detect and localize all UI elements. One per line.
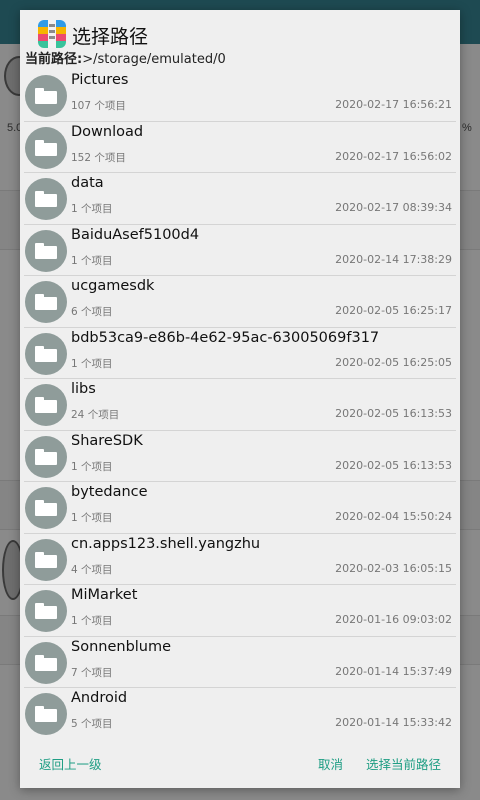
folder-name: MiMarket [71,587,138,603]
folder-modified-time: 2020-02-17 16:56:21 [335,98,452,111]
dialog-title: 选择路径 [72,26,149,48]
folder-modified-time: 2020-01-14 15:37:49 [335,664,452,678]
folder-row[interactable]: ShareSDK 1 个项目 2020-02-05 16:13:53 [20,431,460,482]
folder-name: Sonnenblume [71,638,172,655]
folder-name: BaiduAsef5100d4 [71,226,200,243]
folder-name: bytedance [71,484,148,500]
folder-modified-time: 2020-02-03 16:05:15 [335,561,452,575]
folder-modified-time: 2020-02-05 16:13:53 [335,458,452,472]
folder-icon [25,590,67,632]
folder-row[interactable]: data 1 个项目 2020-02-17 08:39:34 [20,173,460,225]
folder-list[interactable]: Pictures 107 个项目 2020-02-17 16:56:21 Downlo… [20,70,460,736]
folder-item-count: 1 个项目 [71,357,113,370]
background-right-value: % [462,122,472,134]
folder-row[interactable]: libs 24 个项目 2020-02-05 16:13:53 [20,379,460,431]
folder-icon [25,487,67,529]
folder-modified-time: 2020-02-17 16:56:02 [335,149,452,163]
folder-icon [25,538,67,581]
folder-item-count: 7 个项目 [71,666,113,679]
folder-row[interactable]: Download 152 个项目 2020-02-17 16:56:02 [20,122,460,173]
folder-item-count: 1 个项目 [71,460,113,473]
folder-icon [25,75,67,117]
folder-item-count: 6 个项目 [71,306,113,318]
folder-name: Download [71,123,144,140]
folder-icon [25,384,67,426]
folder-modified-time: 2020-01-14 15:33:42 [335,716,452,729]
current-path-value: >/storage/emulated/0 [82,52,226,67]
folder-row[interactable]: BaiduAsef5100d4 1 个项目 2020-02-14 17:38:29 [20,225,460,276]
folder-icon [25,332,67,375]
folder-item-count: 1 个项目 [71,615,113,627]
folder-item-count: 1 个项目 [71,254,113,267]
folder-modified-time: 2020-02-05 16:25:05 [335,355,452,369]
folder-row[interactable]: ucgamesdk 6 个项目 2020-02-05 16:25:17 [20,276,460,328]
folder-row[interactable]: MiMarket 1 个项目 2020-01-16 09:03:02 [20,585,460,637]
folder-icon [25,693,67,735]
folder-name: libs [71,381,96,397]
zip-archive-icon [38,20,66,48]
folder-icon [25,229,67,272]
folder-row[interactable]: Pictures 107 个项目 2020-02-17 16:56:21 [20,70,460,122]
folder-item-count: 4 个项目 [71,563,113,576]
folder-icon [25,126,67,169]
folder-name: ShareSDK [71,432,143,449]
folder-row[interactable]: Sonnenblume 7 个项目 2020-01-14 15:37:49 [20,637,460,688]
folder-icon [25,178,67,220]
folder-icon [25,435,67,478]
dialog-footer: 返回上一级 取消 选择当前路径 [20,748,460,778]
folder-modified-time: 2020-02-05 16:25:17 [335,304,452,317]
folder-item-count: 24 个项目 [71,409,120,421]
folder-modified-time: 2020-02-14 17:38:29 [335,252,452,266]
folder-modified-time: 2020-01-16 09:03:02 [335,613,452,626]
folder-modified-time: 2020-02-04 15:50:24 [335,510,452,523]
folder-name: bdb53ca9-e86b-4e62-95ac-63005069f317 [71,329,380,346]
cancel-button[interactable]: 取消 [318,754,343,773]
folder-modified-time: 2020-02-17 08:39:34 [335,201,452,214]
folder-name: data [71,175,104,191]
folder-icon [25,281,67,323]
dialog-header: 选择路径 当前路径:>/storage/emulated/0 [20,10,460,70]
folder-item-count: 152 个项目 [71,151,126,164]
folder-icon [25,641,67,684]
select-current-path-button[interactable]: 选择当前路径 [366,754,441,773]
back-button[interactable]: 返回上一级 [39,754,102,773]
folder-name: Pictures [71,72,129,88]
folder-item-count: 5 个项目 [71,718,113,730]
current-path: 当前路径:>/storage/emulated/0 [25,48,226,67]
folder-item-count: 1 个项目 [71,203,113,215]
folder-modified-time: 2020-02-05 16:13:53 [335,407,452,420]
folder-row[interactable]: bytedance 1 个项目 2020-02-04 15:50:24 [20,482,460,534]
folder-name: Android [71,690,128,706]
folder-row[interactable]: Android 5 个项目 2020-01-14 15:33:42 [20,688,460,736]
folder-row[interactable]: cn.apps123.shell.yangzhu 4 个项目 2020-02-03 … [20,534,460,585]
folder-item-count: 1 个项目 [71,512,113,524]
select-path-dialog: 选择路径 当前路径:>/storage/emulated/0 Pictures 1… [20,10,460,788]
folder-row[interactable]: bdb53ca9-e86b-4e62-95ac-63005069f317 1 个项… [20,328,460,379]
folder-name: ucgamesdk [71,278,155,294]
folder-name: cn.apps123.shell.yangzhu [71,535,261,552]
current-path-label: 当前路径: [25,52,83,67]
folder-item-count: 107 个项目 [71,100,126,112]
